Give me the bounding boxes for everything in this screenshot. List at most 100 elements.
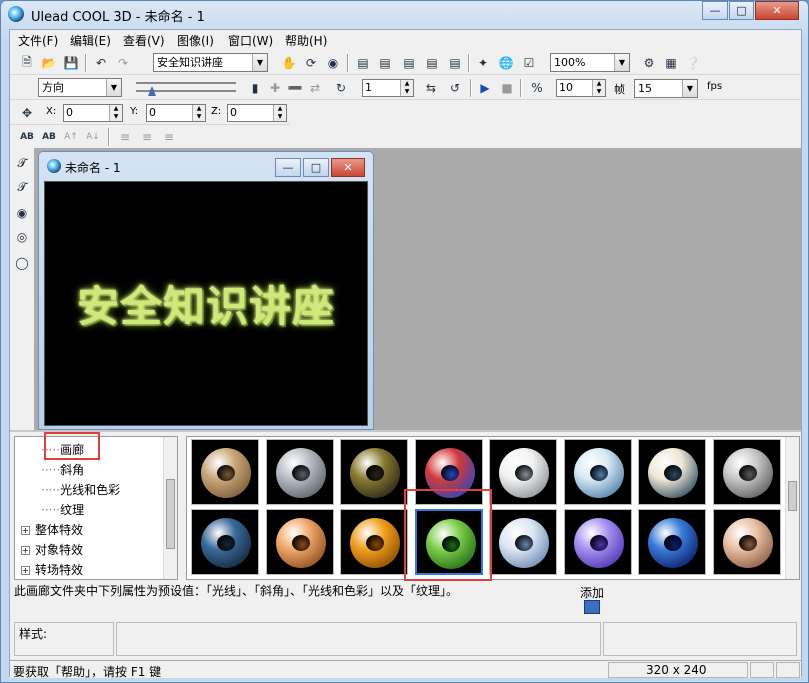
menu-help[interactable]: 帮助(H) [285, 32, 327, 49]
remove-keyframe-icon[interactable]: ➖ [286, 79, 304, 97]
text-spacing-up-icon[interactable]: A↑ [62, 128, 80, 146]
gallery-thumb[interactable] [191, 509, 259, 575]
frame-count-field[interactable]: 10 ▲ ▼ [556, 79, 606, 97]
title-bar[interactable]: Ulead COOL 3D - 未命名 - 1 — □ ✕ [1, 1, 808, 27]
help-cursor-icon[interactable]: ❔ [684, 54, 702, 72]
rotate-icon[interactable]: ⟳ [302, 54, 320, 72]
text-object-select[interactable]: 安全知识讲座 ▼ [153, 53, 268, 72]
menu-edit[interactable]: 编辑(E) [70, 32, 111, 49]
render-canvas[interactable]: 安全知识讲座 [44, 181, 368, 426]
doc-close-button[interactable]: ✕ [331, 158, 365, 177]
fit-icon[interactable]: ◉ [324, 54, 342, 72]
tree-item-light-color[interactable]: ·····光线和色彩 [41, 481, 120, 498]
gallery-thumb[interactable] [563, 439, 632, 505]
y-field[interactable]: 0 ▲ ▼ [146, 104, 206, 122]
view-top-icon[interactable]: ▤ [400, 54, 418, 72]
menu-window[interactable]: 窗口(W) [228, 32, 273, 49]
align-right-icon[interactable]: ≡ [160, 128, 178, 146]
save-icon[interactable]: 💾 [62, 54, 80, 72]
gallery-scrollbar[interactable] [785, 437, 799, 579]
timeline-slider[interactable] [136, 80, 236, 96]
gallery-thumb[interactable] [712, 439, 781, 505]
tree-item-transition-fx[interactable]: + 转场特效 [21, 561, 83, 578]
x-field[interactable]: 0 ▲ ▼ [63, 104, 123, 122]
align-center-icon[interactable]: ≡ [138, 128, 156, 146]
text-spacing-down-icon[interactable]: A↓ [84, 128, 102, 146]
gallery-thumb[interactable] [638, 509, 706, 575]
frame-field[interactable]: 1 ▲ ▼ [362, 79, 414, 97]
chevron-down-icon[interactable]: ▼ [106, 79, 121, 96]
text-style-1-icon[interactable]: AB [18, 128, 36, 146]
edit-text-icon[interactable]: 𝓣 [13, 178, 31, 196]
gallery-thumb[interactable] [265, 509, 334, 575]
view-back-icon[interactable]: ▤ [423, 54, 441, 72]
check-icon[interactable]: ☑ [520, 54, 538, 72]
tree-item-object-fx[interactable]: + 对象特效 [21, 541, 83, 558]
expand-icon[interactable]: + [21, 546, 30, 555]
plugin-icon[interactable]: ▦ [662, 54, 680, 72]
tree-item-texture[interactable]: ·····纹理 [41, 501, 84, 518]
view-side-icon[interactable]: ▤ [376, 54, 394, 72]
tree-item-bevel[interactable]: ·····斜角 [41, 461, 84, 478]
play-icon[interactable]: ▶ [476, 79, 494, 97]
doc-minimize-button[interactable]: — [275, 158, 301, 177]
reverse-icon[interactable]: ⇄ [306, 79, 324, 97]
insert-shape-icon[interactable]: ◉ [13, 204, 31, 222]
chevron-down-icon[interactable]: ▼ [252, 54, 267, 71]
insert-text-icon[interactable]: 𝓣 [13, 154, 31, 172]
zoom-select[interactable]: 100% ▼ [550, 53, 630, 72]
spin-arrows-icon[interactable]: ▲ ▼ [400, 80, 413, 96]
spin-arrows-icon[interactable]: ▲ ▼ [273, 105, 286, 121]
expand-icon[interactable]: + [21, 566, 30, 575]
chevron-down-icon[interactable]: ▼ [614, 54, 629, 71]
tree-item-global-fx[interactable]: + 整体特效 [21, 521, 83, 538]
wand-icon[interactable]: ✦ [474, 54, 492, 72]
undo-icon[interactable]: ↶ [92, 54, 110, 72]
expand-icon[interactable]: + [21, 526, 30, 535]
end-marker-icon[interactable]: ▮ [246, 79, 264, 97]
spin-arrows-icon[interactable]: ▲ ▼ [109, 105, 122, 121]
new-file-icon[interactable]: 🗎 [18, 54, 36, 72]
pingpong-icon[interactable]: ⇆ [422, 79, 440, 97]
redo-icon[interactable]: ↷ [114, 54, 132, 72]
select-object-icon[interactable]: ◎ [13, 228, 31, 246]
gallery-thumb[interactable] [638, 439, 706, 505]
z-field[interactable]: 0 ▲ ▼ [227, 104, 287, 122]
cycle-icon[interactable]: ↺ [446, 79, 464, 97]
camera-icon[interactable]: ◯ [13, 254, 31, 272]
gallery-thumb[interactable] [340, 509, 408, 575]
canvas-3d-text[interactable]: 安全知识讲座 [45, 182, 367, 425]
stop-icon[interactable]: ■ [498, 79, 516, 97]
align-left-icon[interactable]: ≡ [116, 128, 134, 146]
menu-view[interactable]: 查看(V) [123, 32, 165, 49]
text-style-2-icon[interactable]: AB [40, 128, 58, 146]
gallery-thumb[interactable] [340, 439, 408, 505]
open-folder-icon[interactable]: 📂 [40, 54, 58, 72]
menu-file[interactable]: 文件(F) [18, 32, 58, 49]
add-keyframe-icon[interactable]: ✚ [266, 79, 284, 97]
direction-select[interactable]: 方向 ▼ [38, 78, 122, 97]
loop-icon[interactable]: ↻ [332, 79, 350, 97]
chevron-down-icon[interactable]: ▼ [682, 80, 697, 97]
export-icon[interactable]: ⚙ [640, 54, 658, 72]
spin-arrows-icon[interactable]: ▲ ▼ [592, 80, 605, 96]
document-window[interactable]: 未命名 - 1 — □ ✕ 安全知识讲座 [38, 151, 374, 430]
doc-maximize-button[interactable]: □ [303, 158, 329, 177]
gallery-thumb[interactable] [191, 439, 259, 505]
gallery-thumb[interactable] [489, 509, 557, 575]
gallery-thumb[interactable] [563, 509, 632, 575]
add-button[interactable]: 添加 [580, 584, 604, 614]
maximize-button[interactable]: □ [729, 1, 754, 20]
percent-icon[interactable]: % [528, 79, 546, 97]
spin-arrows-icon[interactable]: ▲ ▼ [192, 105, 205, 121]
move-object-icon[interactable]: ✥ [18, 104, 36, 122]
menu-image[interactable]: 图像(I) [177, 32, 214, 49]
view-bottom-icon[interactable]: ▤ [446, 54, 464, 72]
gallery-thumb[interactable] [489, 439, 557, 505]
close-button[interactable]: ✕ [755, 1, 799, 20]
globe-icon[interactable]: 🌐 [497, 54, 515, 72]
gallery-thumb[interactable] [265, 439, 334, 505]
tree-scrollbar[interactable] [163, 437, 177, 579]
scroll-thumb[interactable] [166, 479, 175, 549]
scroll-thumb[interactable] [788, 481, 797, 511]
